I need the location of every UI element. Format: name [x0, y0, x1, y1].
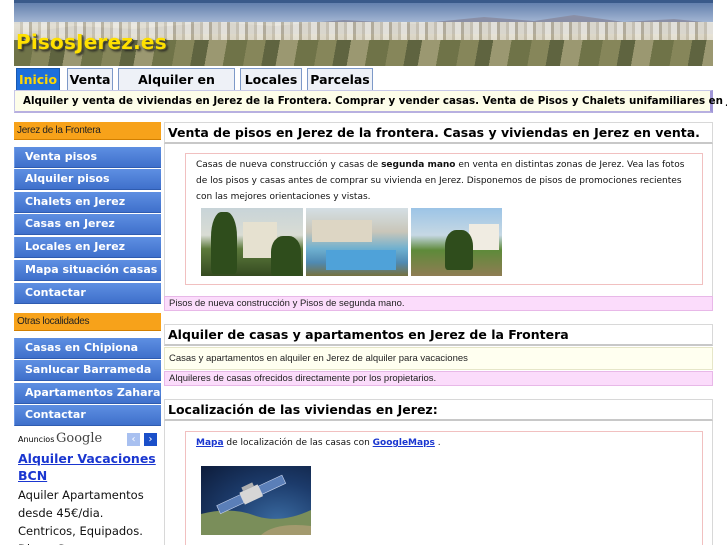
sidebar-item-chalets[interactable]: Chalets en Jerez	[14, 192, 161, 213]
satellite-icon	[201, 474, 311, 535]
ads-next-button[interactable]: ›	[144, 433, 157, 446]
section-title-alquiler: Alquiler de casas y apartamentos en Jere…	[164, 324, 713, 346]
header-banner: PisosJerez.es	[14, 0, 713, 66]
photo-pisos-2[interactable]	[306, 208, 408, 276]
sidebar-heading-otras: Otras localidades	[14, 313, 161, 331]
sidebar-item-mapa[interactable]: Mapa situación casas	[14, 260, 161, 281]
alquiler-description: Casas y apartamentos en alquiler en Jere…	[164, 347, 713, 370]
venta-text-bold: segunda mano	[381, 160, 456, 170]
tagline: Alquiler y venta de viviendas en Jerez d…	[23, 95, 727, 107]
sidebar-item-venta-pisos[interactable]: Venta pisos	[14, 147, 161, 168]
ph1-tree	[211, 212, 237, 274]
sidebar-item-contactar-2[interactable]: Contactar	[14, 405, 161, 426]
section-title-venta: Venta de pisos en Jerez de la frontera. …	[164, 122, 713, 144]
localizacion-text-mid: de localización de las casas con	[223, 438, 373, 448]
satellite-map-image[interactable]	[201, 466, 311, 535]
ad-title-link[interactable]: Alquiler Vacaciones BCN	[18, 450, 158, 484]
google-logo: Google	[56, 431, 103, 446]
localizacion-text-end: .	[434, 438, 441, 448]
sidebar-item-sanlucar[interactable]: Sanlucar Barrameda	[14, 360, 161, 381]
google-ads: Anuncios Google ‹ › Alquiler Vacaciones …	[14, 431, 161, 545]
ads-label: Anuncios	[18, 435, 55, 444]
ad-text: Aquiler Apartamentos desde 45€/dia. Cent…	[18, 488, 144, 545]
ph3-building	[469, 224, 499, 250]
photo-pisos-1[interactable]	[201, 208, 303, 276]
mapa-link[interactable]: Mapa	[196, 438, 224, 448]
sidebar-item-zahara[interactable]: Apartamentos Zahara	[14, 383, 161, 404]
sidebar-item-locales[interactable]: Locales en Jerez	[14, 237, 161, 258]
tab-inicio[interactable]: Inicio	[16, 68, 60, 90]
photo-pisos-3[interactable]	[411, 208, 502, 276]
tab-parcelas[interactable]: Parcelas	[307, 68, 373, 90]
tab-locales[interactable]: Locales	[240, 68, 302, 90]
section-title-localizacion: Localización de las viviendas en Jerez:	[164, 399, 713, 421]
ph3-tree	[445, 230, 473, 270]
ph2-pool	[326, 250, 396, 270]
sidebar-heading-jerez: Jerez de la Frontera	[14, 122, 161, 140]
sidebar-item-alquiler-pisos[interactable]: Alquiler pisos	[14, 169, 161, 190]
tab-alquiler-en-jerez[interactable]: Alquiler en Jerez	[118, 68, 235, 108]
ph2-building	[312, 220, 372, 242]
localizacion-text: Mapa de localización de las casas con Go…	[196, 435, 696, 451]
site-logo[interactable]: PisosJerez.es	[16, 30, 167, 54]
googlemaps-link[interactable]: GoogleMaps	[373, 438, 435, 448]
tagline-bar: Alquiler y venta de viviendas en Jerez d…	[14, 90, 727, 113]
venta-description: Casas de nueva construcción y casas de s…	[196, 157, 696, 205]
sidebar-item-contactar[interactable]: Contactar	[14, 283, 161, 304]
sidebar-item-casas[interactable]: Casas en Jerez	[14, 214, 161, 235]
venta-text-1: Casas de nueva construcción y casas de	[196, 160, 382, 170]
ads-prev-button[interactable]: ‹	[127, 433, 140, 446]
tab-venta[interactable]: Venta	[67, 68, 113, 90]
sidebar-item-chipiona[interactable]: Casas en Chipiona	[14, 338, 161, 359]
alquiler-footer: Alquileres de casas ofrecidos directamen…	[164, 371, 713, 386]
venta-footer: Pisos de nueva construcción y Pisos de s…	[164, 296, 713, 311]
ph1-tree-2	[271, 236, 301, 276]
